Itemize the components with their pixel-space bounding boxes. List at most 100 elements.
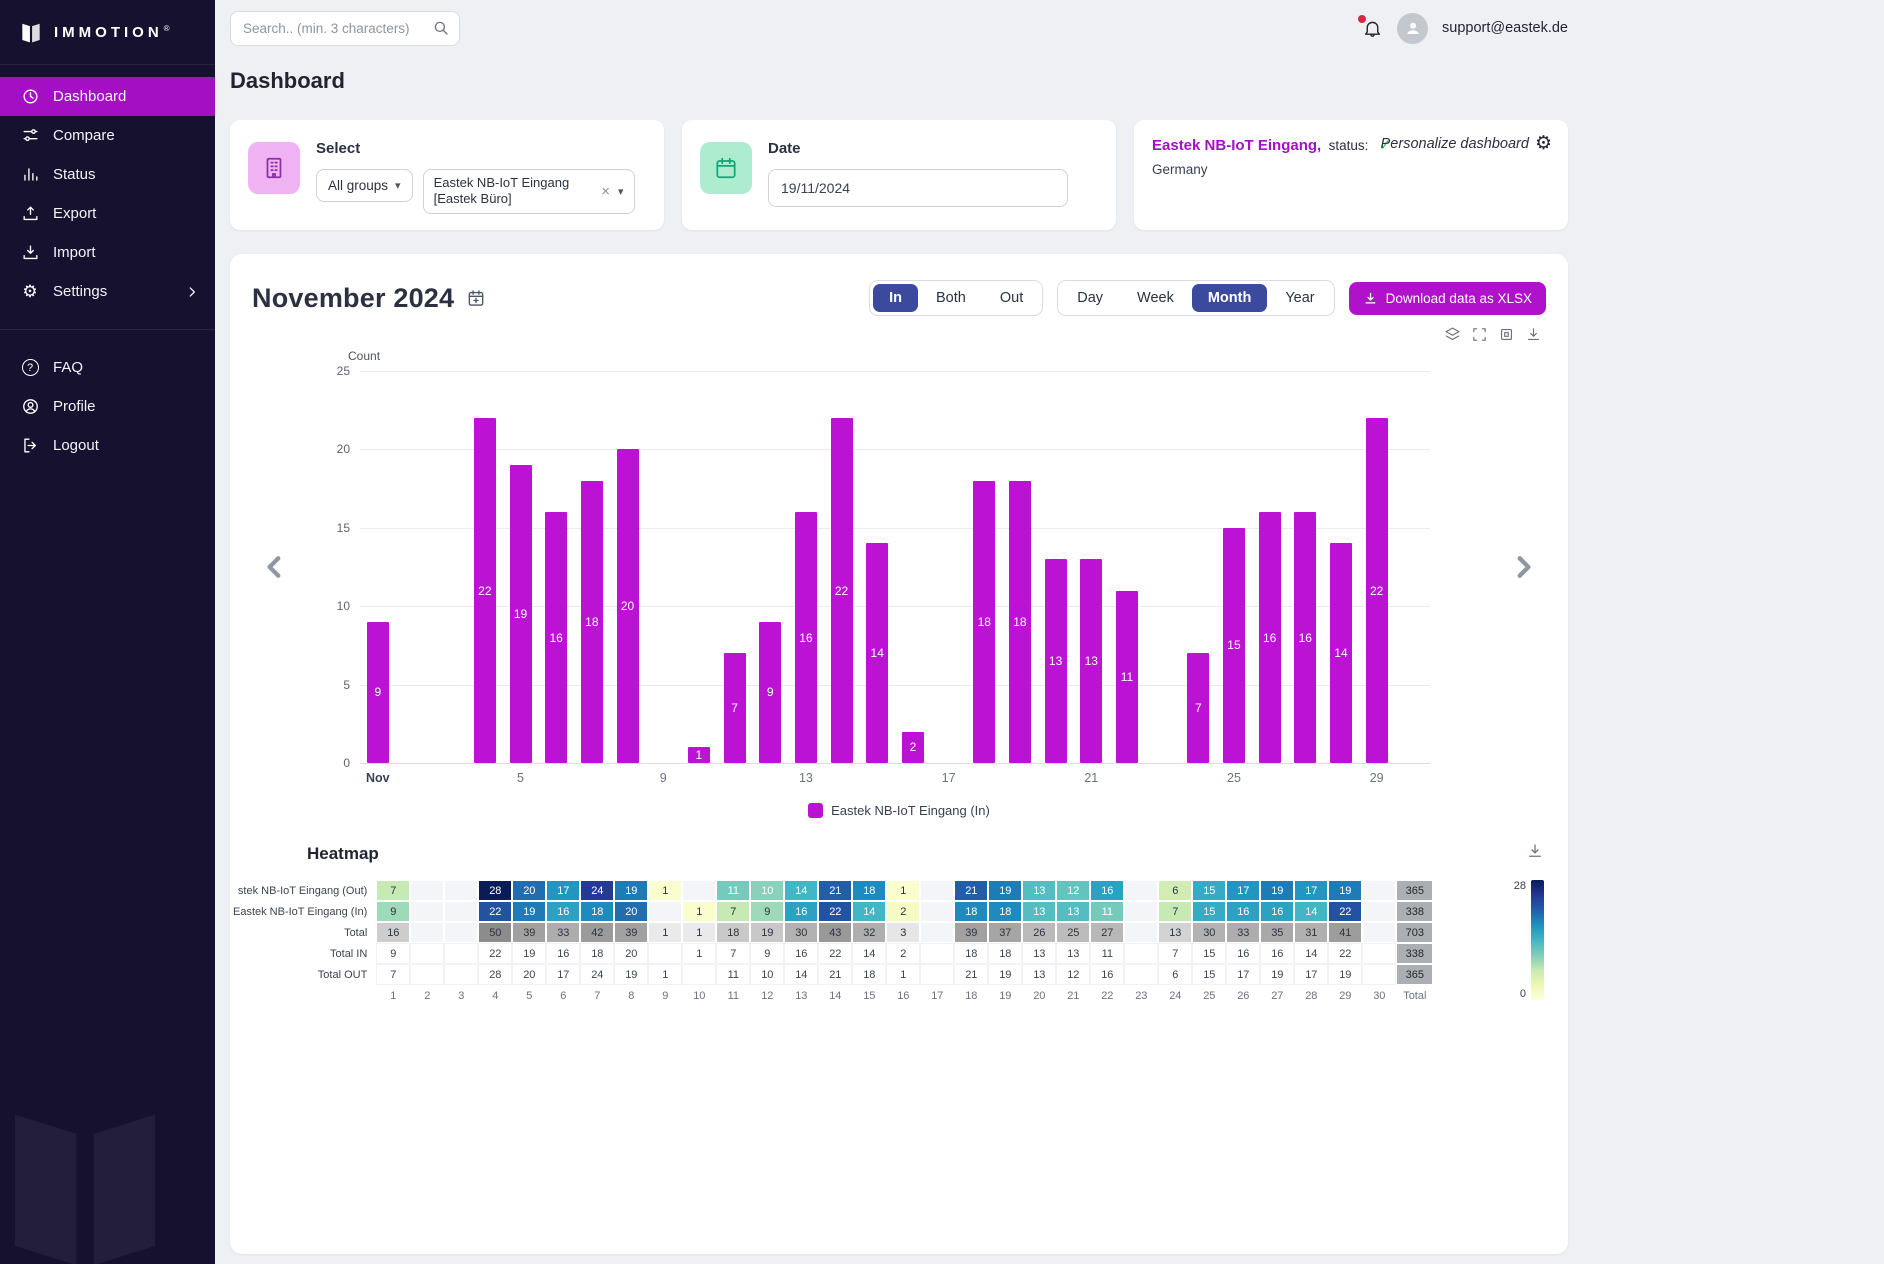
heatmap-cell: 16	[1090, 880, 1124, 901]
group-dropdown[interactable]: All groups ▾	[316, 169, 413, 202]
bar[interactable]: 22	[831, 418, 853, 763]
bar[interactable]: 16	[1259, 512, 1281, 763]
heatmap-download-icon[interactable]	[1526, 842, 1544, 865]
date-input[interactable]	[768, 169, 1068, 207]
bar[interactable]: 9	[759, 622, 781, 763]
heatmap-col-label: 23	[1124, 985, 1158, 1007]
download-xlsx-button[interactable]: Download data as XLSX	[1349, 282, 1546, 315]
bar[interactable]: 14	[866, 543, 888, 763]
heatmap-cell: 15	[1192, 880, 1226, 901]
toggle-in[interactable]: In	[873, 284, 918, 312]
bar[interactable]: 13	[1080, 559, 1102, 763]
heatmap-cell: 18	[852, 964, 886, 985]
bar[interactable]: 9	[367, 622, 389, 763]
heatmap-cell: 1	[648, 964, 682, 985]
bar[interactable]: 7	[724, 653, 746, 763]
bar[interactable]: 22	[1366, 418, 1388, 763]
avatar[interactable]	[1397, 13, 1428, 44]
bar[interactable]: 1	[688, 747, 710, 763]
heatmap-cell: 24	[580, 964, 614, 985]
search-icon[interactable]	[432, 19, 450, 42]
bar[interactable]: 16	[1294, 512, 1316, 763]
personalize-dashboard-button[interactable]: Personalize dashboard ⚙	[1381, 134, 1552, 153]
sidebar-item-compare[interactable]: Compare	[0, 116, 215, 155]
heatmap-cell: 15	[1192, 943, 1226, 964]
heatmap-cell	[444, 901, 478, 922]
sidebar-item-faq[interactable]: ? FAQ	[0, 348, 215, 387]
x-tick-label	[467, 771, 503, 785]
bar[interactable]: 20	[617, 449, 639, 763]
heatmap-cell: 1	[886, 964, 920, 985]
bar[interactable]: 14	[1330, 543, 1352, 763]
sidebar-item-profile[interactable]: Profile	[0, 387, 215, 426]
heatmap-cell	[1124, 964, 1158, 985]
logo: IMMOTION®	[0, 0, 215, 65]
heatmap-cell: 20	[512, 964, 546, 985]
bar[interactable]: 16	[795, 512, 817, 763]
toggle-month[interactable]: Month	[1192, 284, 1267, 312]
heatmap-row-label: Total	[232, 922, 376, 943]
bar[interactable]: 11	[1116, 591, 1138, 763]
chart-select-region-icon[interactable]	[1471, 326, 1488, 343]
device-select[interactable]: Eastek NB-IoT Eingang [Eastek Büro] × ▾	[423, 169, 635, 214]
sidebar-item-import[interactable]: Import	[0, 233, 215, 272]
heatmap-cell	[920, 922, 954, 943]
heatmap-cell: 19	[1328, 964, 1362, 985]
chart-reset-zoom-icon[interactable]	[1498, 326, 1515, 343]
search-input[interactable]	[230, 11, 460, 46]
bars-layer: 9221916182017916221421818131311715161614…	[360, 371, 1430, 763]
bar-value-label: 7	[731, 701, 738, 715]
bar[interactable]: 16	[545, 512, 567, 763]
toggle-week[interactable]: Week	[1121, 284, 1190, 312]
sidebar-item-settings[interactable]: ⚙ Settings	[0, 272, 215, 311]
bar-slot: 20	[610, 371, 646, 763]
bar-value-label: 14	[1334, 646, 1347, 660]
chart-toolbar	[230, 316, 1568, 343]
bar-value-label: 16	[1299, 631, 1312, 645]
sidebar-item-logout[interactable]: Logout	[0, 426, 215, 465]
heatmap-cell: 7	[376, 964, 410, 985]
heatmap-col-label: 3	[444, 985, 478, 1007]
x-tick-label: 29	[1359, 771, 1395, 785]
heatmap-cell: 14	[852, 943, 886, 964]
bar[interactable]: 18	[973, 481, 995, 763]
chart-download-icon[interactable]	[1525, 326, 1542, 343]
toggle-year[interactable]: Year	[1269, 284, 1330, 312]
x-tick-label: 5	[503, 771, 539, 785]
heatmap-cell: 15	[1192, 901, 1226, 922]
bar[interactable]: 18	[1009, 481, 1031, 763]
toggle-out[interactable]: Out	[984, 284, 1039, 312]
toggle-both[interactable]: Both	[920, 284, 982, 312]
chart-layers-icon[interactable]	[1444, 326, 1461, 343]
next-period-button[interactable]	[1510, 550, 1536, 589]
bar[interactable]: 13	[1045, 559, 1067, 763]
chevron-down-icon[interactable]: ▾	[618, 185, 624, 198]
bar[interactable]: 2	[902, 732, 924, 763]
bar[interactable]: 7	[1187, 653, 1209, 763]
heatmap-cell: 19	[512, 901, 546, 922]
heatmap-cell: 19	[614, 880, 648, 901]
bar-value-label: 11	[1121, 670, 1133, 684]
calendar-add-icon[interactable]	[466, 288, 486, 308]
heatmap-cell	[920, 964, 954, 985]
bar-slot	[431, 371, 467, 763]
heatmap-cell	[682, 880, 716, 901]
prev-period-button[interactable]	[262, 550, 288, 589]
import-icon	[20, 243, 40, 263]
bar[interactable]: 19	[510, 465, 532, 763]
toggle-day[interactable]: Day	[1061, 284, 1119, 312]
period-toggle-group: Day Week Month Year	[1057, 280, 1334, 316]
heatmap-cell: 16	[546, 901, 580, 922]
sidebar-item-export[interactable]: Export	[0, 194, 215, 233]
notifications-bell-icon[interactable]	[1362, 18, 1383, 39]
heatmap-cell: 13	[1022, 880, 1056, 901]
heatmap-row: Total16503933423911181930433233937262527…	[232, 922, 1433, 943]
sidebar-item-dashboard[interactable]: Dashboard	[0, 77, 215, 116]
bar[interactable]: 15	[1223, 528, 1245, 763]
bar[interactable]: 18	[581, 481, 603, 763]
clear-selection-icon[interactable]: ×	[601, 183, 610, 200]
bar-value-label: 19	[514, 607, 527, 621]
heatmap-cell: 20	[614, 943, 648, 964]
sidebar-item-status[interactable]: Status	[0, 155, 215, 194]
bar[interactable]: 22	[474, 418, 496, 763]
